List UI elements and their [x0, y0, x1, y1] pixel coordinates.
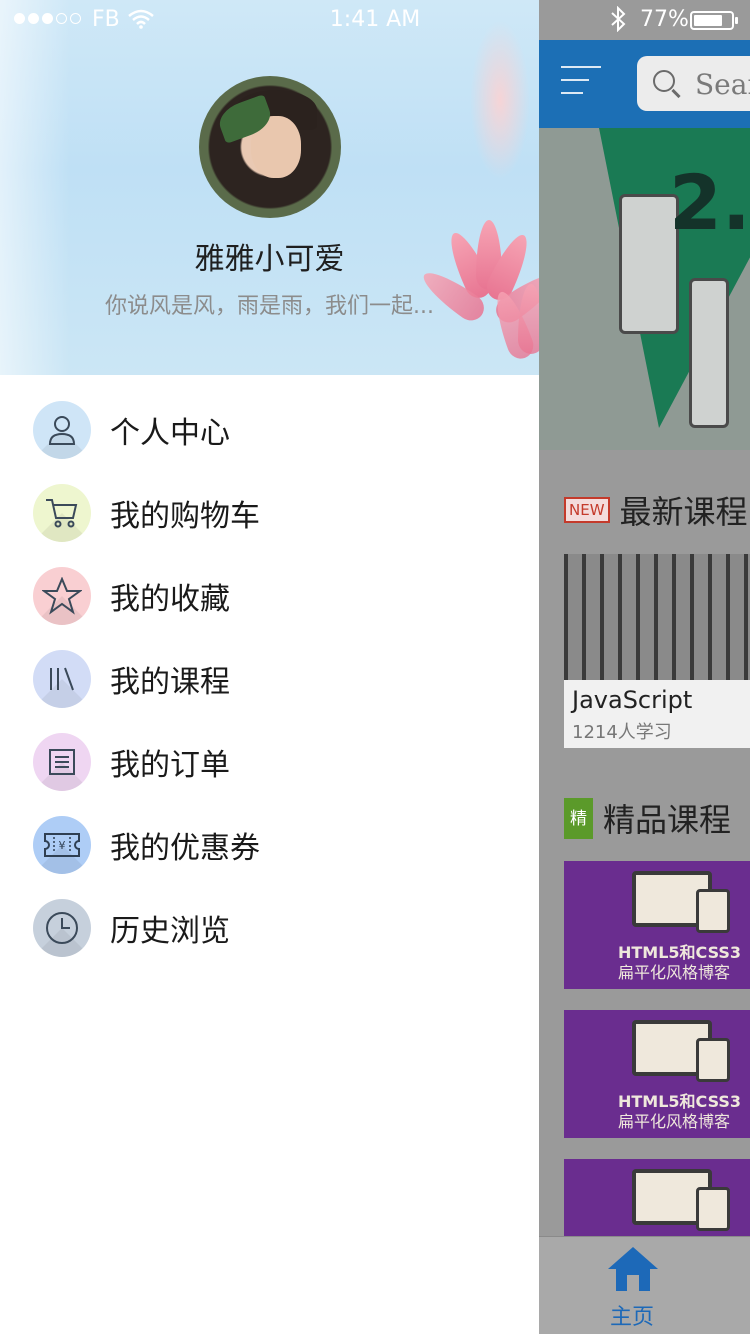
main-header: Sear [539, 40, 750, 128]
clock-icon [33, 898, 91, 957]
featured-course-card[interactable]: HTML5和CSS3 扁平化风格博客 [564, 1010, 750, 1138]
avatar[interactable] [199, 76, 341, 218]
section-title: 精品课程 [603, 801, 732, 839]
menu-item-orders[interactable]: 我的订单 [0, 720, 539, 803]
home-icon[interactable] [608, 1247, 658, 1293]
main-page-behind-drawer: Sear 2.0 NEW 最新课程 JavaScript 1214人学习 精 精… [539, 0, 750, 1334]
menu-item-label: 我的优惠券 [110, 830, 260, 866]
menu-item-label: 个人中心 [110, 415, 230, 451]
course-card[interactable]: JavaScript 1214人学习 [564, 554, 750, 748]
course-learners: 1214人学习 [572, 722, 672, 743]
coupon-icon: ¥ [33, 815, 91, 874]
search-placeholder: Sear [695, 68, 750, 101]
tablet-image [696, 889, 730, 933]
user-signature: 你说风是风，雨是雨，我们一起... [105, 294, 434, 319]
menu-item-label: 我的订单 [110, 747, 230, 783]
search-input[interactable]: Sear [637, 56, 750, 111]
menu-item-coupons[interactable]: ¥ 我的优惠券 [0, 803, 539, 886]
user-icon [33, 400, 91, 459]
new-badge: NEW [564, 497, 610, 523]
featured-course-card[interactable] [564, 1159, 750, 1236]
banner-text: 2.0 [669, 158, 750, 247]
bluetooth-icon [610, 5, 626, 38]
battery-percentage: 77% [640, 7, 689, 32]
course-title: JavaScript [572, 686, 693, 714]
banner-phone-image [689, 278, 729, 428]
order-icon [33, 732, 91, 791]
profile-header: 雅雅小可爱 你说风是风，雨是雨，我们一起... [0, 0, 539, 375]
featured-course-card[interactable]: HTML5和CSS3 扁平化风格博客 [564, 861, 750, 989]
menu-toggle-icon[interactable] [561, 66, 601, 102]
menu-item-label: 我的课程 [110, 664, 230, 700]
featured-courses-heading: 精 精品课程 [564, 797, 732, 839]
latest-courses-heading: NEW 最新课程 [564, 490, 748, 531]
menu-item-label: 我的购物车 [110, 498, 260, 534]
menu-item-label: 历史浏览 [110, 913, 230, 949]
svg-text:¥: ¥ [59, 839, 66, 852]
search-icon [653, 70, 675, 92]
menu-item-cart[interactable]: 我的购物车 [0, 471, 539, 554]
star-icon [33, 566, 91, 625]
course-subtitle: 扁平化风格博客 [618, 963, 731, 982]
tablet-image [696, 1038, 730, 1082]
tab-home[interactable]: 主页 [539, 1299, 725, 1331]
drawer-menu: 个人中心 我的购物车 我的收藏 我的课程 我的订单 ¥ 我的优惠券 历史浏览 [0, 388, 539, 969]
promo-banner[interactable]: 2.0 [539, 128, 750, 450]
status-bar: FB 1:41 AM 77% [0, 0, 750, 40]
section-title: 最新课程 [619, 493, 748, 531]
menu-item-history[interactable]: 历史浏览 [0, 886, 539, 969]
battery-icon [690, 11, 738, 30]
tablet-image [696, 1187, 730, 1231]
bottom-tab-bar: 主页 [539, 1236, 750, 1334]
menu-item-personal-center[interactable]: 个人中心 [0, 388, 539, 471]
menu-item-favorites[interactable]: 我的收藏 [0, 554, 539, 637]
username: 雅雅小可爱 [194, 242, 345, 277]
side-drawer: 雅雅小可爱 你说风是风，雨是雨，我们一起... 个人中心 我的购物车 我的收藏 [0, 0, 539, 1334]
menu-item-label: 我的收藏 [110, 581, 230, 617]
menu-item-my-courses[interactable]: 我的课程 [0, 637, 539, 720]
course-subtitle: 扁平化风格博客 [618, 1112, 731, 1131]
course-thumbnail [564, 554, 750, 680]
featured-badge: 精 [564, 797, 593, 839]
clock: 1:41 AM [329, 7, 421, 32]
books-icon [33, 649, 91, 708]
cart-icon [33, 483, 91, 542]
